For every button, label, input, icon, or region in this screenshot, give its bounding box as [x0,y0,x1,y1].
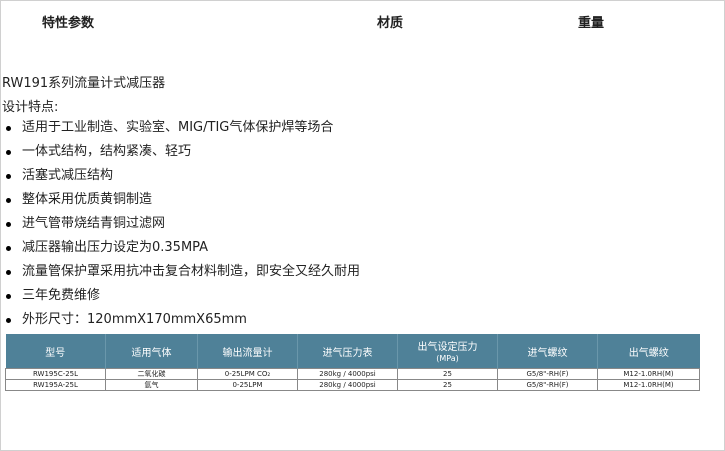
cell-gas: 氩气 [105,379,198,391]
cell-inlet-thread: G5/8"-RH(F) [497,379,598,391]
cell-outlet-thread: M12-1.0RH(M) [597,379,700,391]
cell-flowmeter: 0-25LPM CO₂ [197,368,298,380]
column-header-outlet-thread: 出气螺纹 [597,334,700,369]
features-list: 适用于工业制造、实验室、MIG/TIG气体保护焊等场合 一体式结构，结构紧凑、轻… [2,116,682,332]
product-title: RW191系列流量计式减压器 [2,76,166,91]
cell-gas: 二氧化碳 [105,368,198,380]
column-header-inlet-thread: 进气螺纹 [497,334,598,369]
column-header-gas: 适用气体 [105,334,198,369]
spec-header-row: 特性参数 材质 重量 [0,10,725,32]
cell-model: RW195C-25L [5,368,106,380]
feature-item: 三年免费维修 [2,284,682,308]
cell-outlet-pressure: 25 [397,379,498,391]
feature-item: 一体式结构，结构紧凑、轻巧 [2,140,682,164]
feature-item: 减压器输出压力设定为0.35MPA [2,236,682,260]
features-label: 设计特点: [2,100,59,115]
feature-item: 适用于工业制造、实验室、MIG/TIG气体保护焊等场合 [2,116,682,140]
column-header-outlet-pressure: 出气设定压力 (MPa) [397,334,498,369]
cell-inlet-thread: G5/8"-RH(F) [497,368,598,380]
table-header-row: 型号 适用气体 输出流量计 进气压力表 出气设定压力 (MPa) 进气螺纹 出气… [5,334,700,369]
feature-item: 活塞式减压结构 [2,164,682,188]
cell-flowmeter: 0-25LPM [197,379,298,391]
params-heading: 特性参数 [42,16,95,31]
feature-item: 进气管带烧结青铜过滤网 [2,212,682,236]
material-heading: 材质 [377,16,404,31]
table-row: RW195A-25L 氩气 0-25LPM 280kg / 4000psi 25… [5,379,700,391]
cell-inlet-gauge: 280kg / 4000psi [297,368,398,380]
cell-inlet-gauge: 280kg / 4000psi [297,379,398,391]
cell-outlet-thread: M12-1.0RH(M) [597,368,700,380]
feature-item: 流量管保护罩采用抗冲击复合材料制造，即安全又经久耐用 [2,260,682,284]
cell-outlet-pressure: 25 [397,368,498,380]
spec-table: 型号 适用气体 输出流量计 进气压力表 出气设定压力 (MPa) 进气螺纹 出气… [5,334,700,391]
feature-item: 整体采用优质黄铜制造 [2,188,682,212]
cell-model: RW195A-25L [5,379,106,391]
weight-heading: 重量 [578,16,605,31]
column-header-model: 型号 [5,334,106,369]
column-header-inlet-gauge: 进气压力表 [297,334,398,369]
spec-table-wrapper: 型号 适用气体 输出流量计 进气压力表 出气设定压力 (MPa) 进气螺纹 出气… [5,334,700,391]
column-header-unit: (MPa) [436,354,459,363]
feature-item: 外形尺寸：120mmX170mmX65mm [2,308,682,332]
column-header-flowmeter: 输出流量计 [197,334,298,369]
table-row: RW195C-25L 二氧化碳 0-25LPM CO₂ 280kg / 4000… [5,368,700,380]
